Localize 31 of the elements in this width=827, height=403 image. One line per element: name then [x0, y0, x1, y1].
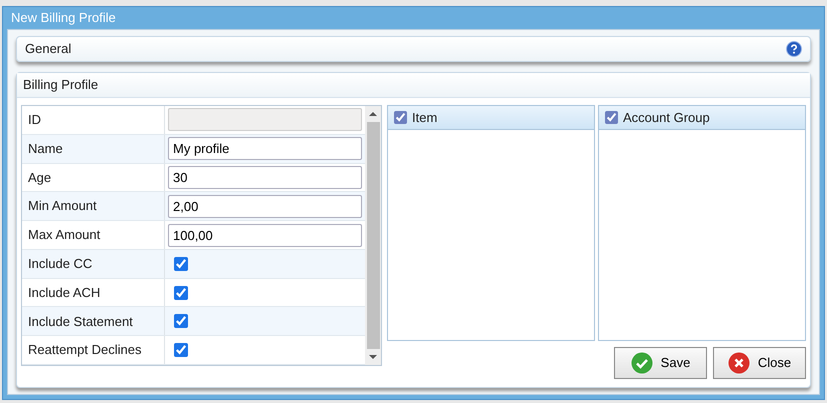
close-icon: [728, 352, 750, 374]
panel-title: General: [25, 40, 72, 58]
column-header: Account Group: [623, 108, 710, 127]
field-label: Include Statement: [22, 307, 165, 336]
field-label: ID: [22, 106, 165, 134]
checkbox[interactable]: [394, 111, 407, 124]
field-label: Min Amount: [22, 192, 165, 220]
column-header: Item: [412, 108, 438, 127]
window-title: New Billing Profile: [10, 9, 117, 27]
field-label: Max Amount: [22, 221, 165, 249]
checkbox[interactable]: [605, 111, 618, 124]
field-label: Include CC: [22, 250, 165, 278]
checkbox[interactable]: [174, 286, 188, 300]
field-label: Age: [22, 164, 165, 192]
close-button[interactable]: Close: [713, 347, 806, 379]
checkbox[interactable]: [174, 256, 188, 271]
input-field[interactable]: 2,00: [168, 194, 362, 218]
input-field[interactable]: My profile: [168, 137, 362, 160]
field-label: Reattempt Declines: [22, 336, 165, 364]
input-field[interactable]: 100,00: [168, 224, 362, 247]
general-panel[interactable]: General: [16, 36, 811, 62]
checkbox[interactable]: [174, 314, 188, 328]
field-label: Name: [22, 134, 165, 163]
save-button[interactable]: Save: [614, 347, 707, 379]
panel-title: Billing Profile: [23, 76, 98, 94]
scrollbar[interactable]: [365, 106, 381, 365]
field-label: Include ACH: [22, 278, 165, 306]
help-icon[interactable]: [786, 41, 802, 57]
input-field[interactable]: 30: [168, 166, 362, 189]
check-icon: [630, 352, 653, 374]
checkbox[interactable]: [174, 343, 188, 358]
